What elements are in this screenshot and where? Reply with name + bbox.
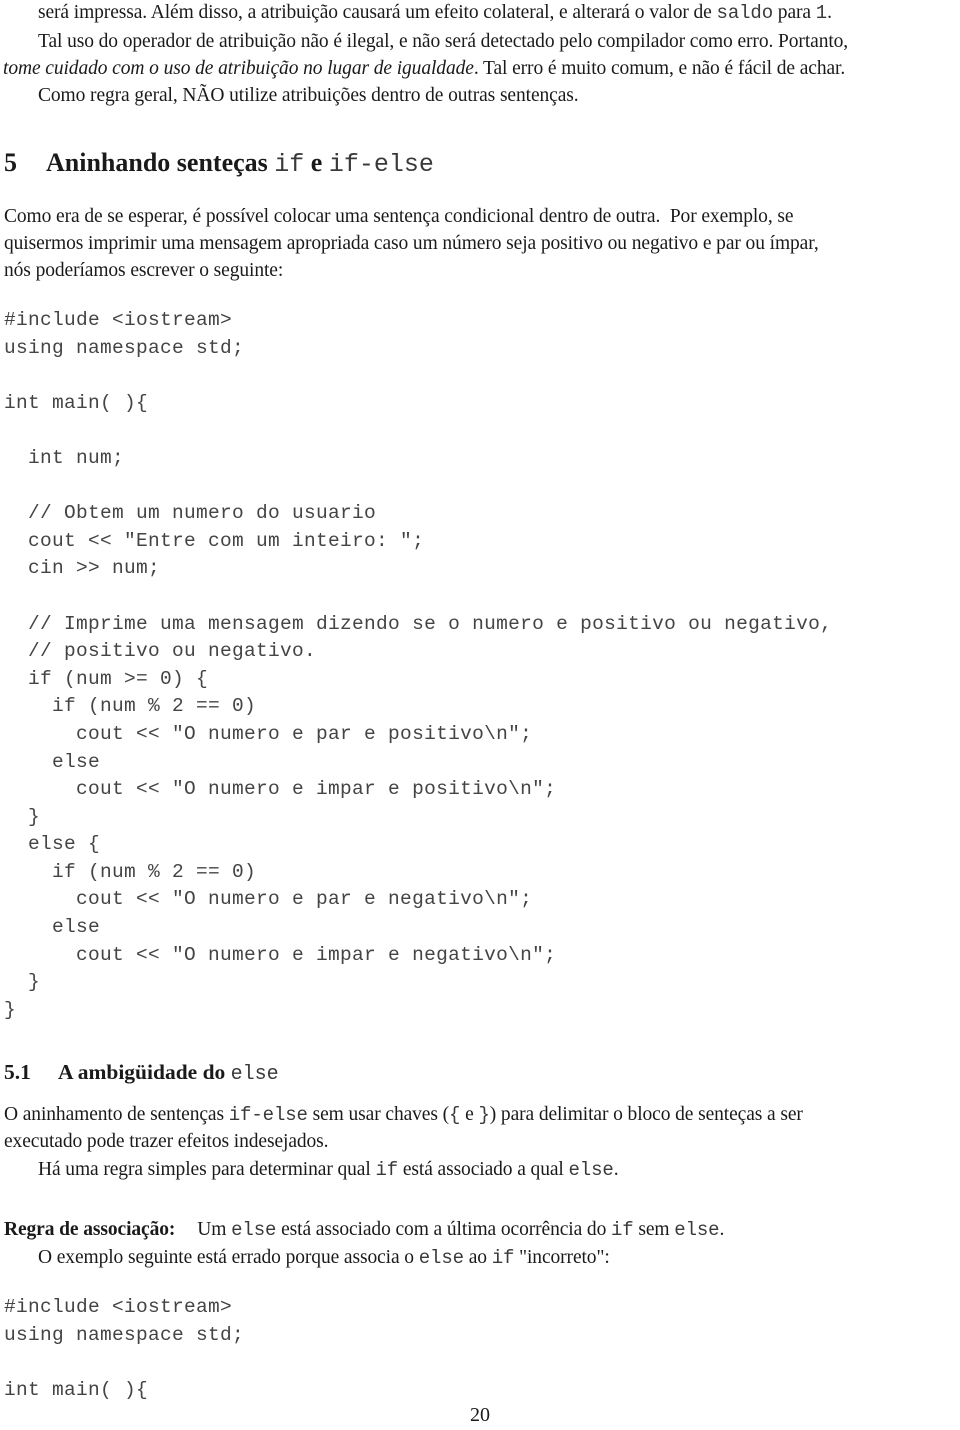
- inline-code: if-else: [228, 1104, 308, 1126]
- code-block-2: #include <iostream> using namespace std; i…: [4, 1294, 244, 1404]
- inline-code: else: [231, 1219, 277, 1241]
- text: está associado com a última ocorrência d…: [276, 1219, 611, 1240]
- code-line: cout << "O numero e par e negativo\n";: [4, 888, 533, 911]
- section-5-para-line-2: quisermos imprimir uma mensagem apropria…: [4, 233, 819, 254]
- code-line: cout << "O numero e par e positivo\n";: [4, 722, 533, 745]
- code-line: if (num % 2 == 0): [4, 695, 257, 718]
- association-rule: Regra de associação: Um else está associa…: [4, 1216, 724, 1244]
- inline-code: else: [230, 1063, 279, 1086]
- intro-line-3: tome cuidado com o uso de atribuição no …: [3, 55, 845, 82]
- code-line: cout << "O numero e impar e positivo\n";: [4, 778, 557, 801]
- text: será impressa. Além disso, a atribuição …: [38, 2, 717, 23]
- heading-text: e: [304, 148, 329, 177]
- text: O aninhamento de sentenças: [4, 1104, 229, 1125]
- code-line: }: [4, 805, 41, 828]
- emphasis-text: tome cuidado com o uso de atribuição no …: [3, 58, 474, 79]
- intro-line-4: Como regra geral, NÃO utilize atribuiçõe…: [38, 85, 579, 106]
- text: e: [460, 1104, 479, 1125]
- code-line: int main( ){: [4, 1378, 149, 1401]
- section-number: 5.1: [4, 1060, 31, 1084]
- inline-code: if: [611, 1219, 634, 1241]
- text: ) para delimitar o bloco de senteças a s…: [489, 1104, 803, 1125]
- text: sem usar chaves (: [307, 1104, 450, 1125]
- code-line: // positivo ou negativo.: [4, 640, 317, 663]
- code-line: if (num % 2 == 0): [4, 860, 257, 883]
- code-line: int num;: [4, 446, 125, 469]
- text: ao: [463, 1247, 492, 1268]
- text: .: [719, 1219, 725, 1240]
- intro-line-1: será impressa. Além disso, a atribuição …: [38, 0, 832, 27]
- inline-code: {: [449, 1104, 461, 1126]
- text: O exemplo seguinte está errado porque as…: [38, 1247, 419, 1268]
- inline-code: else: [418, 1247, 464, 1269]
- text: está associado a qual: [398, 1159, 569, 1180]
- section-number: 5: [4, 148, 17, 177]
- section-5-1-heading: 5.1 A ambigüidade do else: [4, 1057, 279, 1090]
- code-line: // Obtem um numero do usuario: [4, 502, 377, 525]
- rule-label: Regra de associação:: [4, 1219, 176, 1240]
- code-line: int main( ){: [4, 391, 149, 414]
- code-block-1: #include <iostream> using namespace std; i…: [4, 307, 832, 1024]
- code-line: else: [4, 750, 101, 773]
- code-line: #include <iostream>: [4, 1296, 233, 1318]
- code-line: if (num >= 0) {: [4, 667, 209, 690]
- code-line: else {: [4, 833, 101, 856]
- inline-code: if: [491, 1247, 515, 1269]
- text: "incorreto":: [514, 1247, 610, 1268]
- text: Um: [197, 1219, 232, 1240]
- inline-code: if-else: [328, 150, 434, 179]
- section-5-1-para-1-line-1: O aninhamento de sentenças if-else sem u…: [4, 1101, 803, 1129]
- inline-code: if: [274, 150, 305, 179]
- text: .: [827, 2, 832, 23]
- intro-line-2: Tal uso do operador de atribuição não é …: [38, 31, 849, 52]
- code-line: using namespace std;: [4, 336, 245, 359]
- code-line: cout << "Entre com um inteiro: ";: [4, 529, 425, 552]
- inline-code: 1: [815, 2, 828, 24]
- code-line: }: [4, 998, 17, 1021]
- inline-code: if: [375, 1159, 399, 1181]
- inline-code: else: [568, 1159, 614, 1181]
- section-5-heading: 5 Aninhando senteças if e if-else: [4, 146, 434, 182]
- code-line: #include <iostream>: [4, 309, 233, 331]
- section-5-para-line-3: nós poderíamos escrever o seguinte:: [4, 260, 284, 281]
- text: para: [773, 2, 816, 23]
- text: sem: [633, 1219, 675, 1240]
- inline-code: else: [674, 1219, 720, 1241]
- code-line: else: [4, 916, 101, 939]
- text: .: [613, 1159, 619, 1180]
- heading-text: Aninhando senteças: [46, 148, 275, 177]
- inline-code: saldo: [716, 2, 774, 24]
- code-line: cin >> num;: [4, 557, 161, 580]
- heading-text: A ambigüidade do: [58, 1060, 231, 1084]
- text: Há uma regra simples para determinar qua…: [38, 1159, 376, 1180]
- section-5-para-line-1: Como era de se esperar, é possível coloc…: [4, 206, 794, 227]
- inline-code: }: [478, 1104, 490, 1126]
- code-line: using namespace std;: [4, 1323, 245, 1346]
- section-5-1-para-2: Há uma regra simples para determinar qua…: [38, 1156, 619, 1184]
- section-5-1-para-3: O exemplo seguinte está errado porque as…: [38, 1244, 610, 1272]
- page-number: 20: [470, 1404, 490, 1426]
- code-line: }: [4, 971, 41, 994]
- section-5-1-para-1-line-2: executado pode trazer efeitos indesejado…: [4, 1131, 329, 1152]
- code-line: // Imprime uma mensagem dizendo se o num…: [4, 612, 833, 635]
- code-line: cout << "O numero e impar e negativo\n";: [4, 943, 557, 966]
- text: . Tal erro é muito comum, e não é fácil …: [473, 58, 846, 79]
